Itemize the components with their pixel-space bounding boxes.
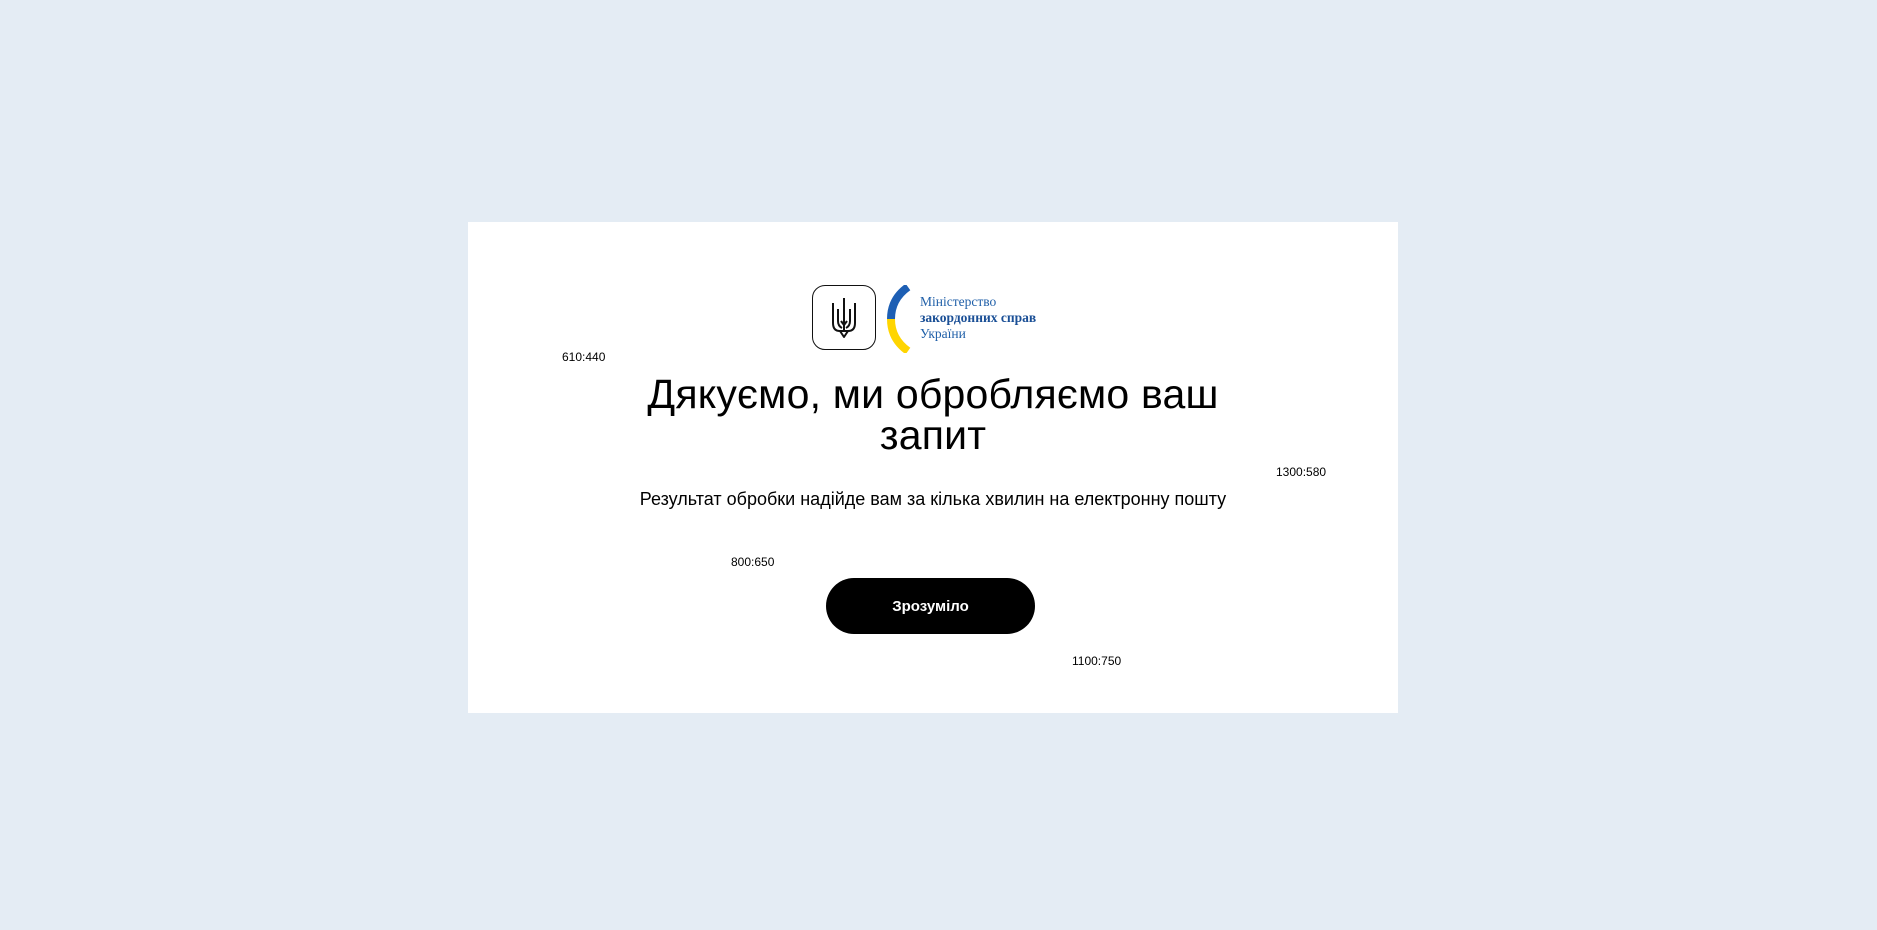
logo-text: Міністерство закордонних справ України (920, 294, 1036, 342)
confirmation-card: Міністерство закордонних справ України Д… (468, 222, 1398, 713)
ministry-logo: Міністерство закордонних справ України (812, 285, 1062, 355)
coordinate-label-1: 610:440 (562, 350, 606, 364)
logo-line-3: України (920, 326, 966, 341)
flag-arc-icon (887, 285, 911, 353)
logo-line-1: Міністерство (920, 294, 997, 309)
coordinate-label-3: 800:650 (731, 555, 775, 569)
coordinate-label-2: 1300:580 (1276, 465, 1327, 479)
trident-icon (812, 285, 876, 350)
page: Міністерство закордонних справ України Д… (0, 0, 1877, 930)
title-text: Дякуємо, ми обробляємо ваш запит (647, 371, 1219, 458)
understood-button[interactable]: Зрозуміло (826, 578, 1035, 634)
coordinate-label-4: 1100:750 (1072, 654, 1122, 668)
page-title: Дякуємо, ми обробляємо ваш запит (468, 374, 1398, 456)
subtitle: Результат обробки надійде вам за кілька … (639, 489, 1227, 509)
logo-line-2: закордонних справ (920, 310, 1037, 325)
